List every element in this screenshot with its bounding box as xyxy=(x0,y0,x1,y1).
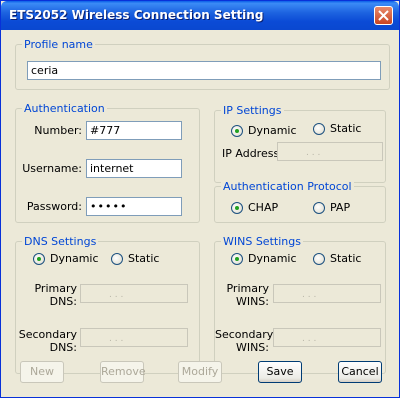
secondary-dns-label-line2: DNS: xyxy=(49,341,77,354)
secondary-dns-dots: . . . xyxy=(109,334,124,344)
chap-label: CHAP xyxy=(248,201,279,214)
dns-dynamic-radio[interactable]: Dynamic xyxy=(33,252,99,265)
profile-name-input[interactable]: ceria xyxy=(27,61,381,80)
modify-button[interactable]: Modify xyxy=(178,361,222,383)
auth-protocol-group-title: Authentication Protocol xyxy=(221,180,354,193)
primary-dns-label-line2: DNS: xyxy=(49,295,77,308)
password-label: Password: xyxy=(26,200,82,213)
pap-label: PAP xyxy=(330,201,351,214)
number-label: Number: xyxy=(34,124,82,137)
secondary-wins-dots: . . . xyxy=(302,334,317,344)
dns-dynamic-label: Dynamic xyxy=(50,252,99,265)
wins-dynamic-radio[interactable]: Dynamic xyxy=(231,252,297,265)
radio-unselected-icon xyxy=(313,201,325,214)
dns-static-radio[interactable]: Static xyxy=(111,252,159,265)
cancel-button[interactable]: Cancel xyxy=(338,361,382,383)
primary-wins-dots: . . . xyxy=(302,290,317,300)
dns-settings-group: DNS Settings Dynamic Static Primary DNS:… xyxy=(15,235,200,374)
radio-unselected-icon xyxy=(111,252,123,265)
wins-settings-group: WINS Settings Dynamic Static Primary WIN… xyxy=(214,235,386,374)
auth-protocol-group: Authentication Protocol CHAP PAP xyxy=(214,180,386,223)
dialog-body: Profile name ceria Authentication Number… xyxy=(4,30,396,395)
new-button[interactable]: New xyxy=(20,361,64,383)
save-button[interactable]: Save xyxy=(258,361,302,383)
pap-radio[interactable]: PAP xyxy=(313,201,350,214)
wins-settings-group-title: WINS Settings xyxy=(221,235,303,248)
authentication-group: Authentication Number: #777 Username: in… xyxy=(15,102,200,223)
primary-wins-input: . . . xyxy=(273,284,381,303)
primary-dns-label-line1: Primary xyxy=(34,282,77,295)
ip-settings-group: IP Settings Dynamic Static IP Address: .… xyxy=(214,104,386,183)
dns-static-label: Static xyxy=(128,252,160,265)
password-input[interactable]: ••••• xyxy=(86,197,182,216)
ip-static-radio[interactable]: Static xyxy=(313,122,361,135)
wins-static-radio[interactable]: Static xyxy=(313,252,361,265)
title-bar[interactable]: ETS2052 Wireless Connection Setting xyxy=(1,1,399,30)
secondary-wins-label-line2: WINS: xyxy=(235,341,269,354)
ip-settings-group-title: IP Settings xyxy=(221,104,284,117)
secondary-wins-input: . . . xyxy=(273,328,381,347)
wins-static-label: Static xyxy=(330,252,362,265)
radio-unselected-icon xyxy=(313,122,325,135)
close-icon xyxy=(378,10,389,21)
profile-group-title: Profile name xyxy=(22,38,95,51)
radio-unselected-icon xyxy=(313,252,325,265)
primary-dns-input: . . . xyxy=(80,284,188,303)
radio-selected-icon xyxy=(231,252,243,265)
dns-settings-group-title: DNS Settings xyxy=(22,235,99,248)
number-input[interactable]: #777 xyxy=(86,121,182,140)
primary-wins-label-line1: Primary xyxy=(226,282,269,295)
secondary-dns-label-line1: Secondary xyxy=(18,328,77,341)
radio-selected-icon xyxy=(231,124,243,137)
ip-address-label: IP Address: xyxy=(222,147,283,160)
ip-address-dots: . . . xyxy=(306,148,321,158)
ip-address-input: . . . xyxy=(277,142,383,161)
username-label: Username: xyxy=(22,162,82,175)
ip-dynamic-label: Dynamic xyxy=(248,124,297,137)
profile-group: Profile name ceria xyxy=(15,38,390,90)
window-title: ETS2052 Wireless Connection Setting xyxy=(9,8,264,22)
chap-radio[interactable]: CHAP xyxy=(231,201,278,214)
secondary-dns-input: . . . xyxy=(80,328,188,347)
primary-dns-dots: . . . xyxy=(109,290,124,300)
authentication-group-title: Authentication xyxy=(22,102,107,115)
primary-wins-label-line2: WINS: xyxy=(235,295,269,308)
close-button[interactable] xyxy=(374,6,393,25)
radio-selected-icon xyxy=(231,201,243,214)
radio-selected-icon xyxy=(33,252,45,265)
secondary-wins-label-line1: Secondary xyxy=(215,328,274,341)
remove-button[interactable]: Remove xyxy=(100,361,146,383)
wins-dynamic-label: Dynamic xyxy=(248,252,297,265)
ip-static-label: Static xyxy=(330,122,362,135)
ip-dynamic-radio[interactable]: Dynamic xyxy=(231,124,297,137)
username-input[interactable]: internet xyxy=(86,159,182,178)
dialog-window: ETS2052 Wireless Connection Setting Prof… xyxy=(0,0,400,398)
